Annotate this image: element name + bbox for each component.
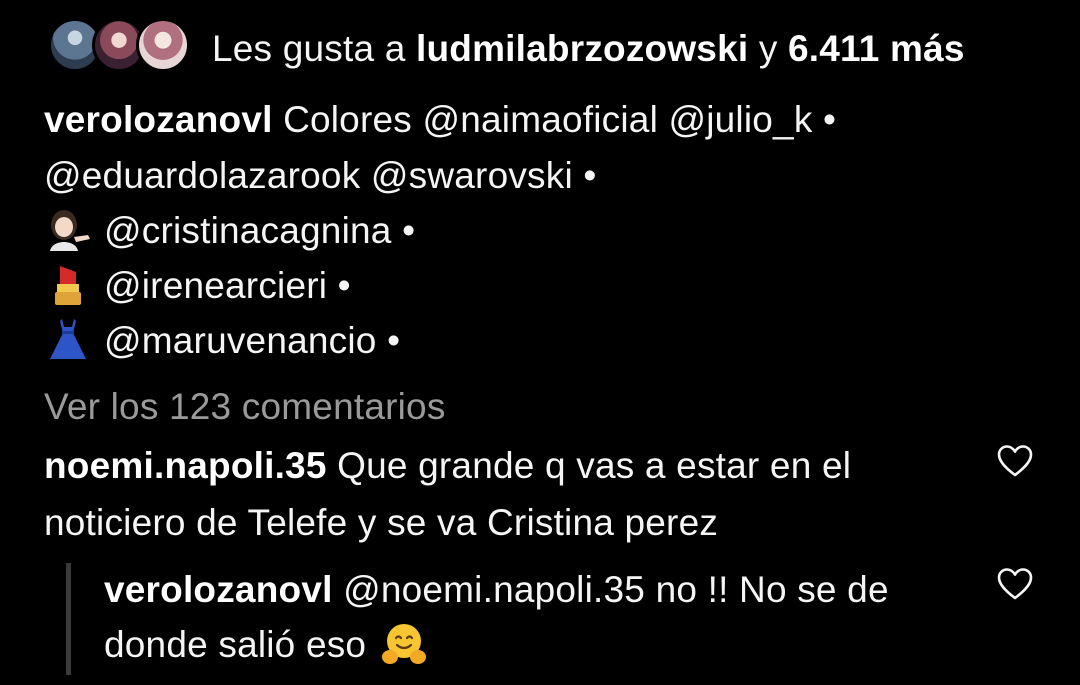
caption-line-1: verolozanovl Colores @naimaoficial @juli… [44, 92, 836, 148]
reply-text: donde salió eso [104, 624, 367, 665]
reply-username[interactable]: verolozanovl [104, 569, 333, 610]
comment-line-2: noticiero de Telefe y se va Cristina per… [44, 495, 718, 551]
reply-text: no !! No se de [655, 569, 889, 610]
like-reply-heart-icon[interactable] [997, 567, 1033, 601]
caption-line-5: @maruvenancio • [44, 313, 400, 369]
bullet: • [337, 265, 351, 306]
caption-line-2: @eduardolazarook @swarovski • [44, 148, 597, 204]
liked-by-username[interactable]: ludmilabrzozowski [416, 28, 748, 69]
reply-line-1: verolozanovl @noemi.napoli.35 no !! No s… [104, 562, 889, 618]
caption-line-3: @cristinacagnina • [44, 203, 415, 259]
mention-link[interactable]: @julio_k [668, 99, 812, 140]
woman-tipping-hand-icon [50, 210, 90, 251]
comment-username[interactable]: noemi.napoli.35 [44, 445, 327, 486]
bullet: • [823, 99, 837, 140]
mention-link[interactable]: @maruvenancio [104, 320, 377, 361]
liked-by-avatars[interactable] [48, 18, 190, 76]
view-all-comments-link[interactable]: Ver los 123 comentarios [44, 379, 446, 435]
mention-link[interactable]: @eduardolazarook [44, 155, 360, 196]
hugging-face-icon [381, 624, 426, 664]
comment-line-1: noemi.napoli.35 Que grande q vas a estar… [44, 438, 851, 494]
dress-icon [50, 319, 86, 359]
caption-author[interactable]: verolozanovl [44, 99, 273, 140]
likes-count[interactable]: 6.411 más [788, 28, 965, 69]
mention-link[interactable]: @naimaoficial [422, 99, 658, 140]
bullet: • [387, 320, 401, 361]
reply-line-2: donde salió eso [104, 617, 427, 673]
likes-prefix: Les gusta a [212, 28, 406, 69]
mention-link[interactable]: @swarovski [371, 155, 573, 196]
mention-link[interactable]: @irenearcieri [104, 265, 327, 306]
likes-summary[interactable]: Les gusta a ludmilabrzozowski y 6.411 má… [212, 21, 965, 77]
comment-text: Que grande q vas a estar en el [337, 445, 852, 486]
mention-link[interactable]: @cristinacagnina [104, 210, 392, 251]
lipstick-icon [55, 266, 81, 305]
reply-thread-line [66, 563, 71, 675]
likes-joiner: y [758, 28, 778, 69]
caption-text: Colores [283, 99, 412, 140]
like-comment-heart-icon[interactable] [997, 444, 1033, 478]
caption-line-4: @irenearcieri • [44, 258, 351, 314]
bullet: • [402, 210, 416, 251]
avatar [136, 18, 190, 72]
comment-text: noticiero de Telefe y se va Cristina per… [44, 502, 719, 543]
bullet: • [583, 155, 597, 196]
mention-link[interactable]: @noemi.napoli.35 [343, 569, 645, 610]
